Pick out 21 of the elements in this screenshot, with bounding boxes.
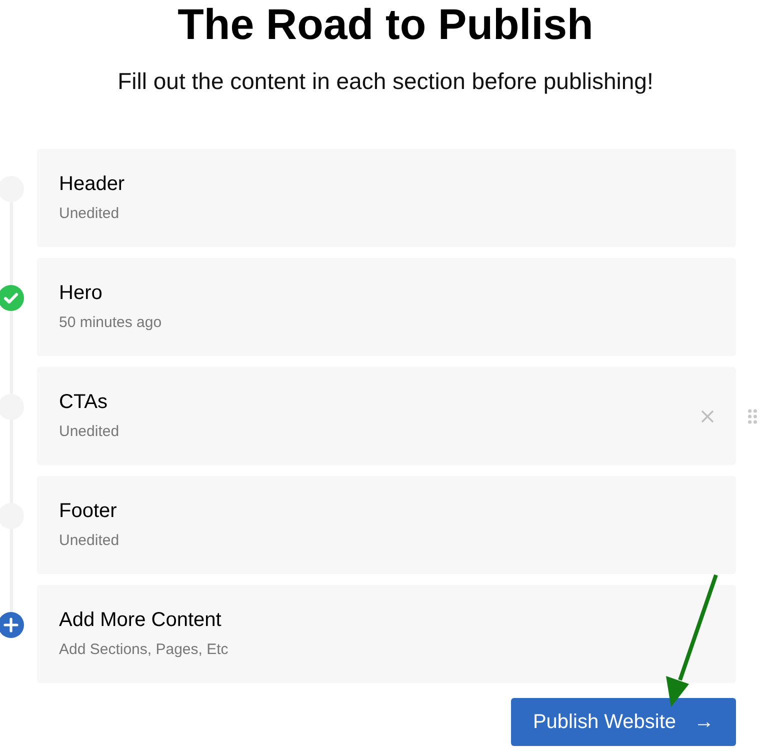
section-status: Unedited	[59, 204, 120, 224]
page-title: The Road to Publish	[176, 0, 594, 50]
page-subtitle: Fill out the content in each section before publishing!	[116, 67, 654, 96]
section-status: 50 minutes ago	[59, 313, 162, 333]
publish-button[interactable]: Publish Website →	[511, 698, 736, 746]
section-status: Add Sections, Pages, Etc	[59, 640, 228, 660]
section-title: CTAs	[59, 390, 108, 414]
close-icon[interactable]	[701, 410, 714, 422]
section-card[interactable]: Footer Unedited	[37, 476, 736, 574]
plus-icon[interactable]	[0, 612, 24, 638]
section-title: Hero	[59, 281, 102, 305]
section-title: Header	[59, 172, 125, 196]
section-card[interactable]: Hero 50 minutes ago	[37, 258, 736, 356]
section-card[interactable]: CTAs Unedited	[37, 367, 736, 465]
section-title: Add More Content	[59, 608, 222, 632]
section-status: Unedited	[59, 422, 120, 442]
section-card[interactable]: Add More Content Add Sections, Pages, Etc	[37, 585, 736, 683]
drag-handle-icon[interactable]	[748, 409, 757, 424]
section-title: Footer	[59, 499, 117, 523]
section-status: Unedited	[59, 531, 120, 551]
section-card[interactable]: Header Unedited	[37, 149, 736, 247]
